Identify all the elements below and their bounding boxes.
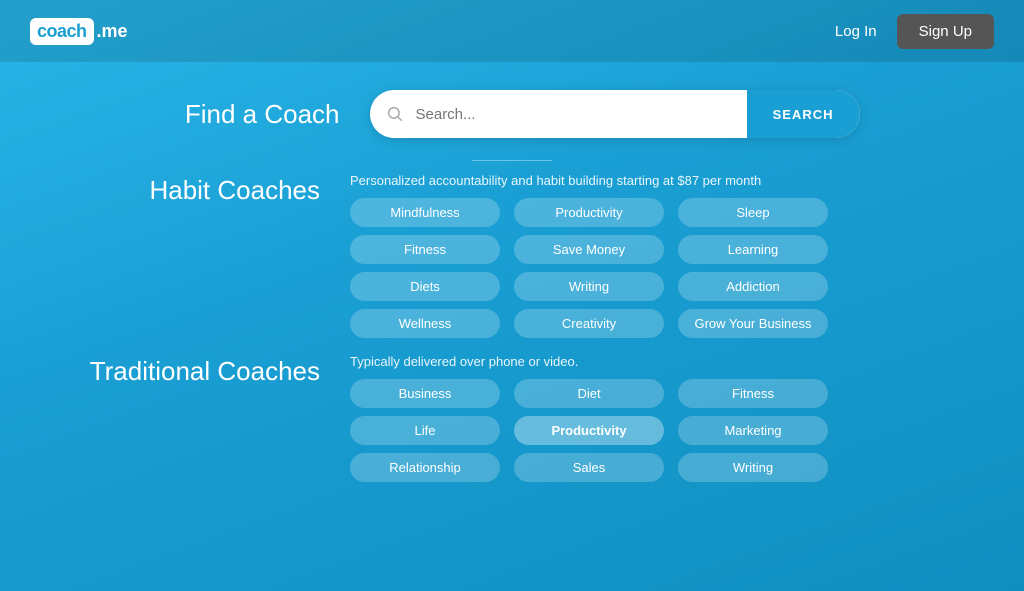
traditional-coaches-subtitle: Typically delivered over phone or video. (350, 354, 964, 369)
habit-coach-tag[interactable]: Grow Your Business (678, 309, 828, 338)
habit-coach-tag[interactable]: Wellness (350, 309, 500, 338)
signup-button[interactable]: Sign Up (897, 14, 994, 49)
login-link[interactable]: Log In (835, 23, 877, 40)
traditional-coach-tag[interactable]: Relationship (350, 453, 500, 482)
search-input[interactable] (416, 106, 747, 123)
traditional-coach-tag[interactable]: Marketing (678, 416, 828, 445)
habit-coaches-subtitle: Personalized accountability and habit bu… (350, 173, 964, 188)
search-icon (370, 105, 416, 123)
traditional-coach-tag[interactable]: Life (350, 416, 500, 445)
hero-section: Find a Coach SEARCH (0, 62, 1024, 156)
traditional-coaches-content: Typically delivered over phone or video.… (350, 352, 964, 482)
logo: coach .me (30, 18, 128, 45)
traditional-coaches-section: Traditional Coaches Typically delivered … (60, 352, 964, 482)
habit-coach-tag[interactable]: Fitness (350, 235, 500, 264)
search-bar: SEARCH (370, 90, 860, 138)
nav-right: Log In Sign Up (835, 14, 994, 49)
traditional-coach-tag[interactable]: Sales (514, 453, 664, 482)
traditional-coaches-title: Traditional Coaches (60, 352, 320, 387)
logo-me-text: .me (97, 21, 128, 42)
habit-coach-tag[interactable]: Sleep (678, 198, 828, 227)
traditional-coach-tag[interactable]: Diet (514, 379, 664, 408)
navbar: coach .me Log In Sign Up (0, 0, 1024, 62)
habit-coach-tag[interactable]: Writing (514, 272, 664, 301)
habit-coach-tag[interactable]: Productivity (514, 198, 664, 227)
habit-coaches-section: Habit Coaches Personalized accountabilit… (60, 171, 964, 338)
habit-coaches-tags: Mindfulness Productivity Sleep Fitness Save … (350, 198, 964, 338)
search-button[interactable]: SEARCH (747, 90, 860, 138)
habit-coach-tag[interactable]: Creativity (514, 309, 664, 338)
habit-coach-tag[interactable]: Diets (350, 272, 500, 301)
hero-title: Find a Coach (165, 99, 340, 130)
logo-coach-text: coach (30, 18, 94, 45)
traditional-coaches-tags: Business Diet Fitness Life Productivity Marke… (350, 379, 964, 482)
sections: Habit Coaches Personalized accountabilit… (0, 161, 1024, 482)
habit-coaches-title: Habit Coaches (60, 171, 320, 206)
traditional-coach-tag[interactable]: Writing (678, 453, 828, 482)
habit-coach-tag[interactable]: Addiction (678, 272, 828, 301)
habit-coach-tag[interactable]: Mindfulness (350, 198, 500, 227)
habit-coach-tag[interactable]: Save Money (514, 235, 664, 264)
habit-coaches-content: Personalized accountability and habit bu… (350, 171, 964, 338)
habit-coach-tag[interactable]: Learning (678, 235, 828, 264)
traditional-coach-tag[interactable]: Productivity (514, 416, 664, 445)
traditional-coach-tag[interactable]: Business (350, 379, 500, 408)
traditional-coach-tag[interactable]: Fitness (678, 379, 828, 408)
